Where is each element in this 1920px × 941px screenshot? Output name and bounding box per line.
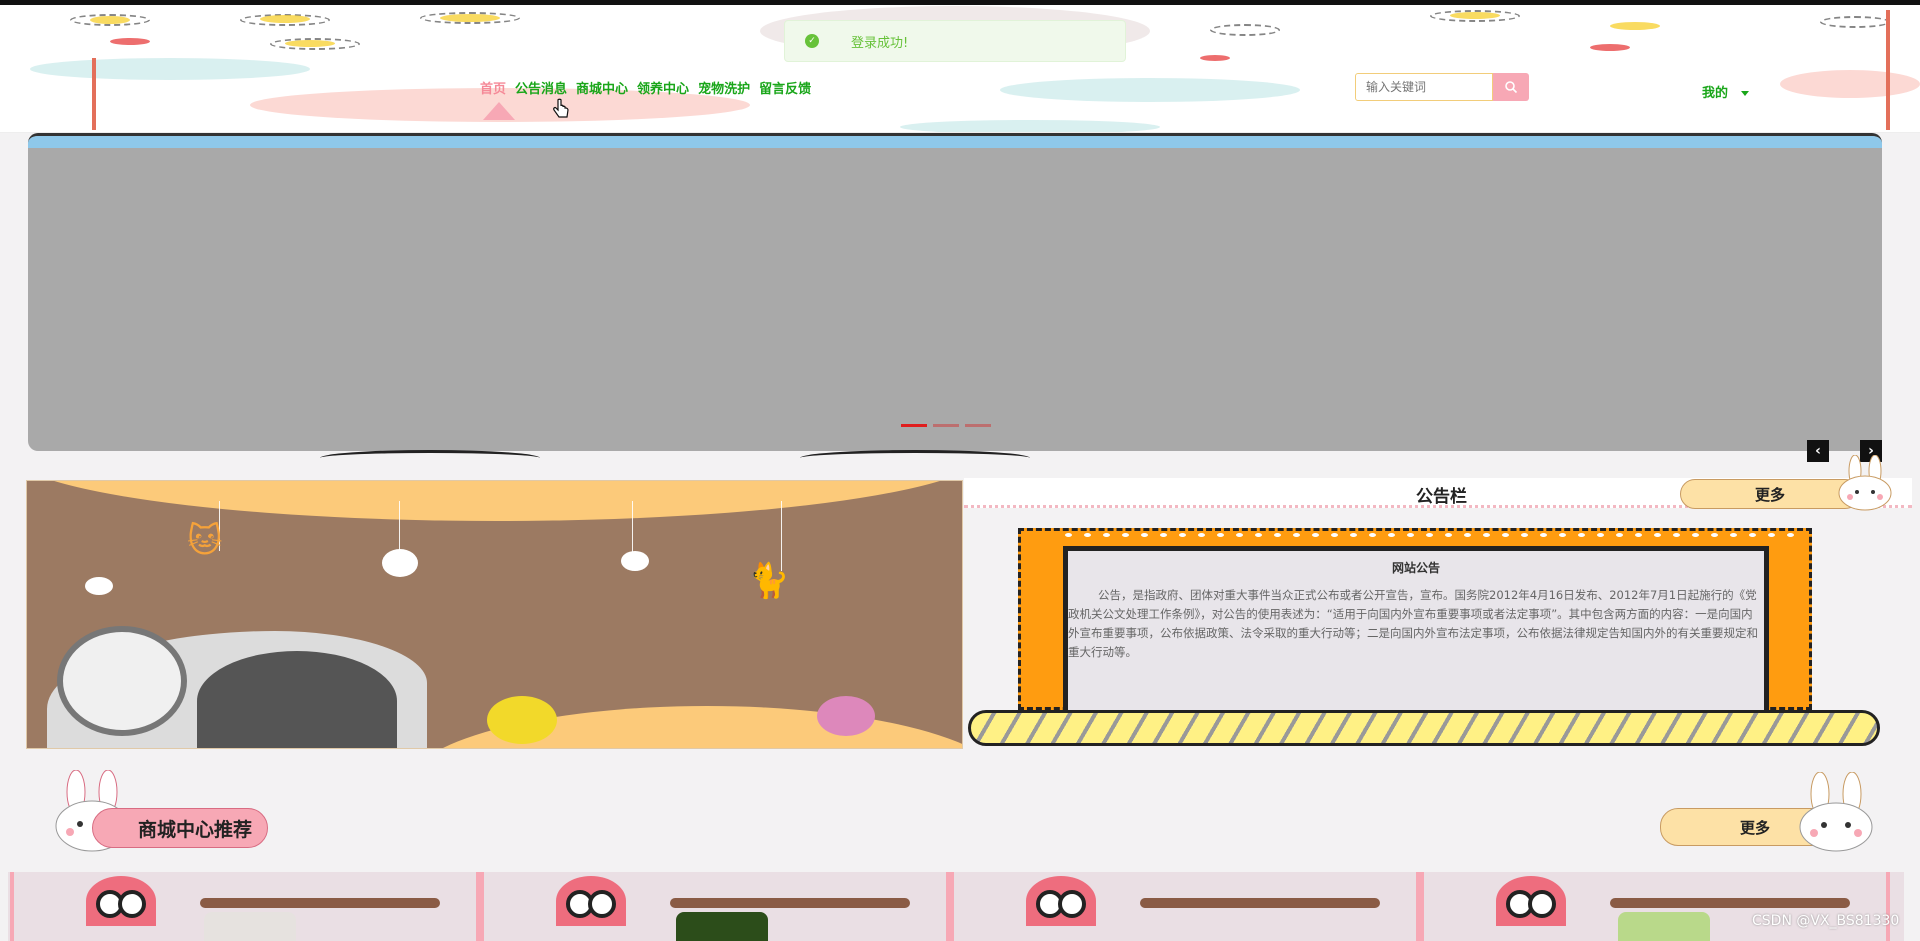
shop-more-label: 更多 bbox=[1739, 818, 1770, 837]
main-nav: 首页 公告消息 商城中心 领养中心 宠物洗护 留言反馈 bbox=[480, 78, 811, 97]
cat-photo-head bbox=[57, 626, 187, 736]
carousel-dot[interactable] bbox=[901, 424, 927, 427]
hand-cursor-icon bbox=[552, 98, 570, 125]
owl-icon bbox=[1496, 876, 1566, 926]
decor-blob bbox=[110, 38, 150, 45]
nav-item-home[interactable]: 首页 bbox=[480, 78, 506, 97]
nav-item-adoption[interactable]: 领养中心 bbox=[637, 78, 689, 97]
bunny-icon bbox=[1838, 455, 1892, 511]
decor-blob bbox=[90, 16, 130, 24]
chevron-down-icon bbox=[1740, 91, 1749, 96]
hanging-cat-orange-icon: 🐱 bbox=[187, 521, 223, 561]
toast-message: 登录成功! bbox=[851, 35, 909, 51]
yarn-ball-icon bbox=[817, 696, 875, 736]
product-image[interactable] bbox=[1618, 912, 1710, 941]
nav-item-feedback[interactable]: 留言反馈 bbox=[759, 78, 811, 97]
decor-cloud bbox=[30, 58, 310, 80]
paw-print-icon bbox=[621, 551, 649, 571]
watermark: CSDN @VX_BS81330 bbox=[1752, 913, 1900, 929]
success-toast: ✓ 登录成功! bbox=[784, 20, 1126, 62]
paw-print-icon bbox=[85, 577, 113, 595]
search-icon bbox=[1505, 81, 1518, 94]
decor-pole bbox=[92, 58, 96, 130]
branch-decor bbox=[670, 898, 910, 908]
hero-carousel[interactable] bbox=[28, 133, 1882, 451]
nav-item-shop[interactable]: 商城中心 bbox=[576, 78, 628, 97]
cat-banner-image: 🐱 🐈 bbox=[26, 480, 963, 749]
search-bar bbox=[1355, 73, 1529, 101]
notice-more-label: 更多 bbox=[1754, 485, 1785, 504]
nav-active-indicator bbox=[483, 102, 515, 120]
notice-board: 网站公告 公告，是指政府、团体对重大事件当众正式公布或者公开宣告，宣布。国务院2… bbox=[1018, 528, 1812, 711]
decor-blob bbox=[1450, 12, 1500, 19]
notice-board-text: 公告，是指政府、团体对重大事件当众正式公布或者公开宣告，宣布。国务院2012年4… bbox=[1068, 588, 1758, 659]
owl-icon bbox=[556, 876, 626, 926]
carousel-slide-top bbox=[28, 136, 1882, 148]
nav-item-grooming[interactable]: 宠物洗护 bbox=[698, 78, 750, 97]
banner-cloud-top bbox=[27, 481, 962, 521]
chevron-left-icon: ‹ bbox=[1815, 443, 1821, 459]
decor-blob bbox=[1590, 44, 1630, 51]
branch-decor bbox=[200, 898, 440, 908]
cat-photo-fur bbox=[197, 651, 397, 748]
board-lights-top bbox=[1065, 533, 1794, 537]
top-border bbox=[0, 0, 1920, 5]
search-button[interactable] bbox=[1493, 73, 1529, 101]
nav-item-notices[interactable]: 公告消息 bbox=[515, 78, 567, 97]
carousel-indicators bbox=[901, 424, 991, 427]
decor-oval bbox=[1210, 24, 1280, 36]
search-input[interactable] bbox=[1355, 73, 1493, 101]
hanging-string bbox=[399, 501, 400, 556]
decor-blob bbox=[440, 14, 500, 22]
decor-cloud bbox=[1000, 78, 1300, 102]
carousel-dot[interactable] bbox=[933, 424, 959, 427]
decor-scallop bbox=[320, 450, 540, 458]
decor-blob bbox=[285, 40, 335, 47]
decor-blob bbox=[1200, 55, 1230, 61]
decor-pole bbox=[1886, 10, 1890, 130]
bunny-icon bbox=[1799, 772, 1873, 852]
check-icon: ✓ bbox=[805, 34, 819, 48]
product-image[interactable] bbox=[204, 912, 296, 941]
shop-section-title: 商城中心推荐 bbox=[92, 808, 268, 848]
tennis-ball-icon bbox=[487, 696, 557, 744]
user-menu-label: 我的 bbox=[1702, 86, 1729, 101]
decor-oval bbox=[1820, 16, 1890, 28]
decor-scallop bbox=[800, 450, 1030, 458]
notice-title: 公告栏 bbox=[1416, 487, 1467, 507]
carousel-prev-button[interactable]: ‹ bbox=[1807, 440, 1829, 462]
branch-decor bbox=[1140, 898, 1380, 908]
user-menu[interactable]: 我的 bbox=[1702, 82, 1749, 101]
decor-cloud bbox=[1780, 70, 1920, 98]
decor-cloud bbox=[900, 120, 1160, 132]
notice-board-content: 网站公告 公告，是指政府、团体对重大事件当众正式公布或者公开宣告，宣布。国务院2… bbox=[1063, 546, 1769, 711]
branch-decor bbox=[1610, 898, 1850, 908]
notice-board-title: 网站公告 bbox=[1391, 561, 1440, 575]
carousel-dot[interactable] bbox=[965, 424, 991, 427]
notice-board-stand bbox=[968, 710, 1880, 746]
product-image[interactable] bbox=[676, 912, 768, 941]
owl-icon bbox=[1026, 876, 1096, 926]
decor-blob bbox=[260, 15, 310, 23]
decor-blob bbox=[1610, 22, 1660, 30]
shop-section-title-text: 商城中心推荐 bbox=[137, 818, 252, 841]
hanging-cat-black-icon: 🐈 bbox=[747, 561, 790, 601]
paw-print-icon bbox=[382, 549, 418, 577]
owl-icon bbox=[86, 876, 156, 926]
